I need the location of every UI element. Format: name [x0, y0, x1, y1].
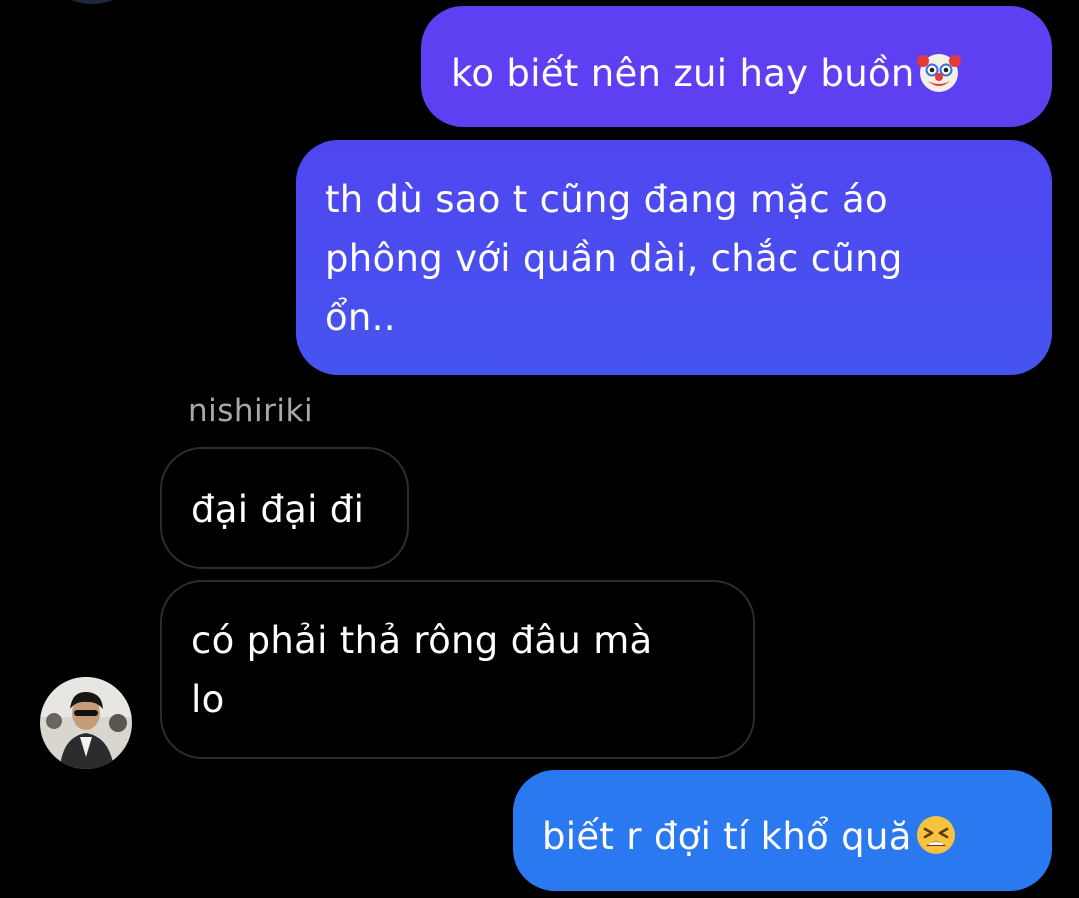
message-bubble-incoming[interactable]: đại đại đi [160, 447, 409, 569]
clown-face-emoji-icon [916, 54, 961, 92]
message-text: biết r đợi tí khổ quă [542, 815, 912, 858]
avatar[interactable] [40, 677, 132, 769]
message-line: th dù sao t cũng đang mặc áo [325, 178, 888, 221]
message-text: ko biết nên zui hay buồn [451, 52, 915, 95]
message-line: có phải thả rông đâu mà [191, 619, 653, 662]
message-bubble-outgoing[interactable]: ko biết nên zui hay buồn [421, 6, 1052, 127]
message-bubble-outgoing[interactable]: biết r đợi tí khổ quă [513, 770, 1052, 891]
previous-avatar-edge [64, 0, 120, 4]
message-line: phông với quần dài, chắc cũng [325, 237, 903, 280]
message-bubble-outgoing[interactable]: th dù sao t cũng đang mặc áo phông với q… [296, 140, 1052, 375]
tired-face-emoji-icon [916, 816, 955, 854]
sender-name: nishiriki [188, 393, 314, 429]
avatar-image [40, 677, 132, 769]
message-line: ổn.. [325, 296, 396, 339]
message-line: lo [191, 678, 225, 721]
message-bubble-incoming[interactable]: có phải thả rông đâu mà lo [160, 580, 755, 759]
message-text: đại đại đi [191, 488, 365, 531]
